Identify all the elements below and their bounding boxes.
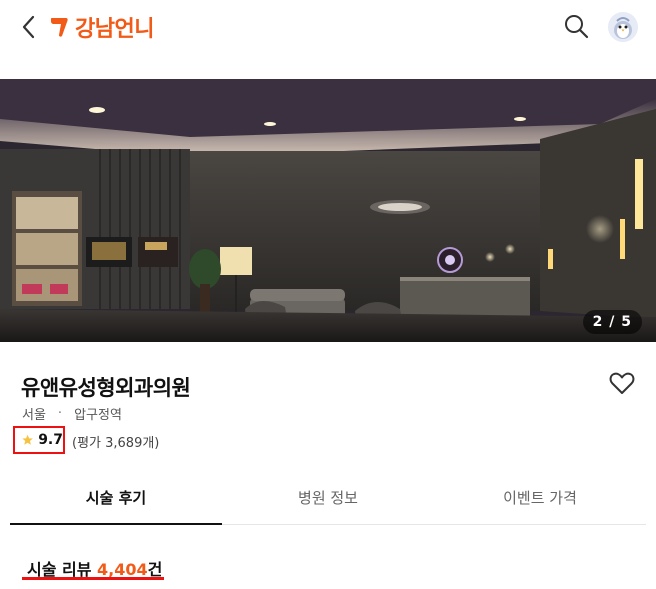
search-icon[interactable] [562, 12, 590, 40]
heart-icon[interactable] [609, 371, 635, 395]
rating-score: 9.7 [38, 432, 63, 448]
tab-event-price[interactable]: 이벤트 가격 [434, 470, 646, 524]
app-logo[interactable]: 강남언니 [50, 9, 154, 45]
avatar-penguin-icon [608, 12, 638, 42]
clinic-tabs: 시술 후기 병원 정보 이벤트 가격 [10, 470, 646, 525]
top-app-bar: 강남언니 [0, 0, 656, 56]
carousel-counter: 2 / 5 [582, 310, 642, 334]
rating-badge: 9.7 [13, 426, 65, 454]
clinic-name: 유앤유성형외과의원 [21, 376, 191, 400]
avatar[interactable] [608, 12, 638, 42]
location-city: 서울 [22, 408, 46, 423]
rating-review-count: (평가 3,689개) [72, 436, 160, 451]
tab-clinic-info[interactable]: 병원 정보 [222, 470, 434, 524]
logo-mark-icon [51, 18, 68, 37]
clinic-photo-carousel[interactable]: 2 / 5 [0, 79, 656, 342]
highlight-underline [22, 577, 164, 580]
location-station: 압구정역 [74, 408, 122, 423]
lobby-photo [0, 79, 656, 342]
clinic-location: 서울 · 압구정역 [22, 404, 122, 423]
back-arrow-icon[interactable] [16, 12, 42, 42]
separator-dot: · [57, 406, 63, 421]
star-icon [22, 434, 33, 445]
tab-reviews[interactable]: 시술 후기 [10, 470, 222, 525]
brand-name: 강남언니 [75, 17, 154, 42]
